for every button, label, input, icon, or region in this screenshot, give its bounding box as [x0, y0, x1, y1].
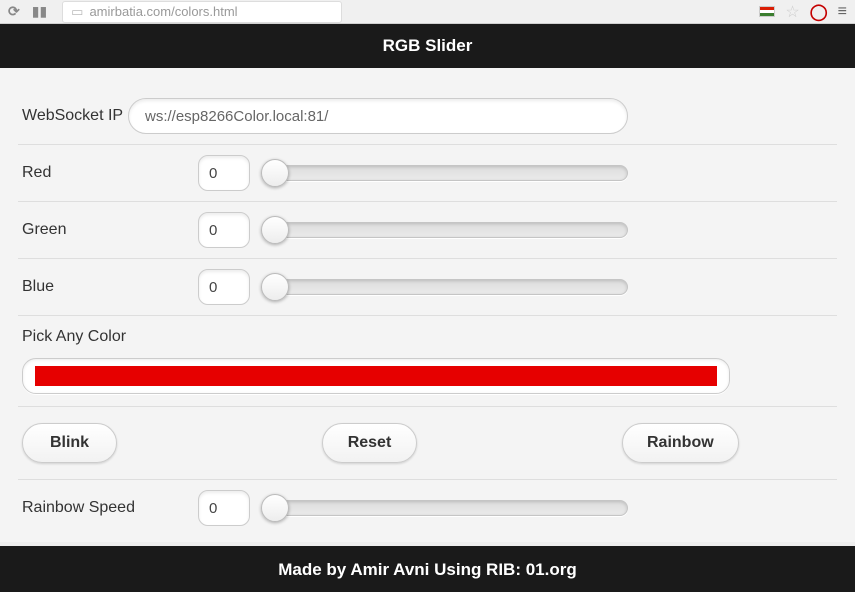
green-value-input[interactable]	[198, 212, 250, 248]
rainbow-speed-slider[interactable]	[268, 500, 628, 516]
flag-icon[interactable]	[759, 6, 775, 17]
menu-icon[interactable]: ≡	[838, 3, 847, 21]
blink-button[interactable]: Blink	[22, 423, 117, 463]
pause-icon[interactable]: ▮▮	[32, 3, 47, 20]
green-label: Green	[18, 221, 198, 239]
star-icon[interactable]: ☆	[785, 2, 799, 22]
blue-row: Blue	[18, 259, 837, 316]
app-title: RGB Slider	[383, 36, 473, 55]
reload-icon[interactable]: ⟳	[8, 3, 20, 20]
rainbow-speed-input[interactable]	[198, 490, 250, 526]
rainbow-speed-label: Rainbow Speed	[18, 499, 198, 517]
footer-text: Made by Amir Avni Using RIB: 01.org	[278, 560, 577, 579]
green-row: Green	[18, 202, 837, 259]
red-slider[interactable]	[268, 165, 628, 181]
color-picker-row: Pick Any Color	[18, 316, 837, 407]
green-slider[interactable]	[268, 222, 628, 238]
blue-slider-thumb[interactable]	[261, 273, 289, 301]
red-label: Red	[18, 164, 198, 182]
rainbow-speed-row: Rainbow Speed	[18, 480, 837, 536]
rainbow-button[interactable]: Rainbow	[622, 423, 739, 463]
reset-button[interactable]: Reset	[322, 423, 417, 463]
app-footer: Made by Amir Avni Using RIB: 01.org	[0, 546, 855, 592]
app-header: RGB Slider	[0, 24, 855, 68]
abp-icon[interactable]: ◯	[810, 2, 828, 22]
blue-label: Blue	[18, 278, 198, 296]
red-slider-thumb[interactable]	[261, 159, 289, 187]
rainbow-speed-slider-thumb[interactable]	[261, 494, 289, 522]
page-icon: ▭	[71, 4, 83, 20]
color-bar[interactable]	[35, 366, 717, 386]
main-content: WebSocket IP Red Green Blue	[0, 68, 855, 542]
blue-slider[interactable]	[268, 279, 628, 295]
red-value-input[interactable]	[198, 155, 250, 191]
chrome-right-icons: ☆ ◯ ≡	[759, 2, 847, 22]
websocket-input[interactable]	[128, 98, 628, 134]
buttons-row: Blink Reset Rainbow	[18, 407, 837, 480]
chrome-nav-icons: ⟳ ▮▮	[8, 3, 47, 20]
color-bar-container[interactable]	[22, 358, 730, 394]
websocket-row: WebSocket IP	[18, 88, 837, 145]
red-row: Red	[18, 145, 837, 202]
url-text: amirbatia.com/colors.html	[89, 4, 237, 19]
blue-value-input[interactable]	[198, 269, 250, 305]
url-bar[interactable]: ▭ amirbatia.com/colors.html	[62, 1, 342, 23]
color-picker-label: Pick Any Color	[18, 328, 837, 346]
green-slider-thumb[interactable]	[261, 216, 289, 244]
websocket-label: WebSocket IP	[18, 107, 128, 125]
browser-chrome: ⟳ ▮▮ ▭ amirbatia.com/colors.html ☆ ◯ ≡	[0, 0, 855, 24]
